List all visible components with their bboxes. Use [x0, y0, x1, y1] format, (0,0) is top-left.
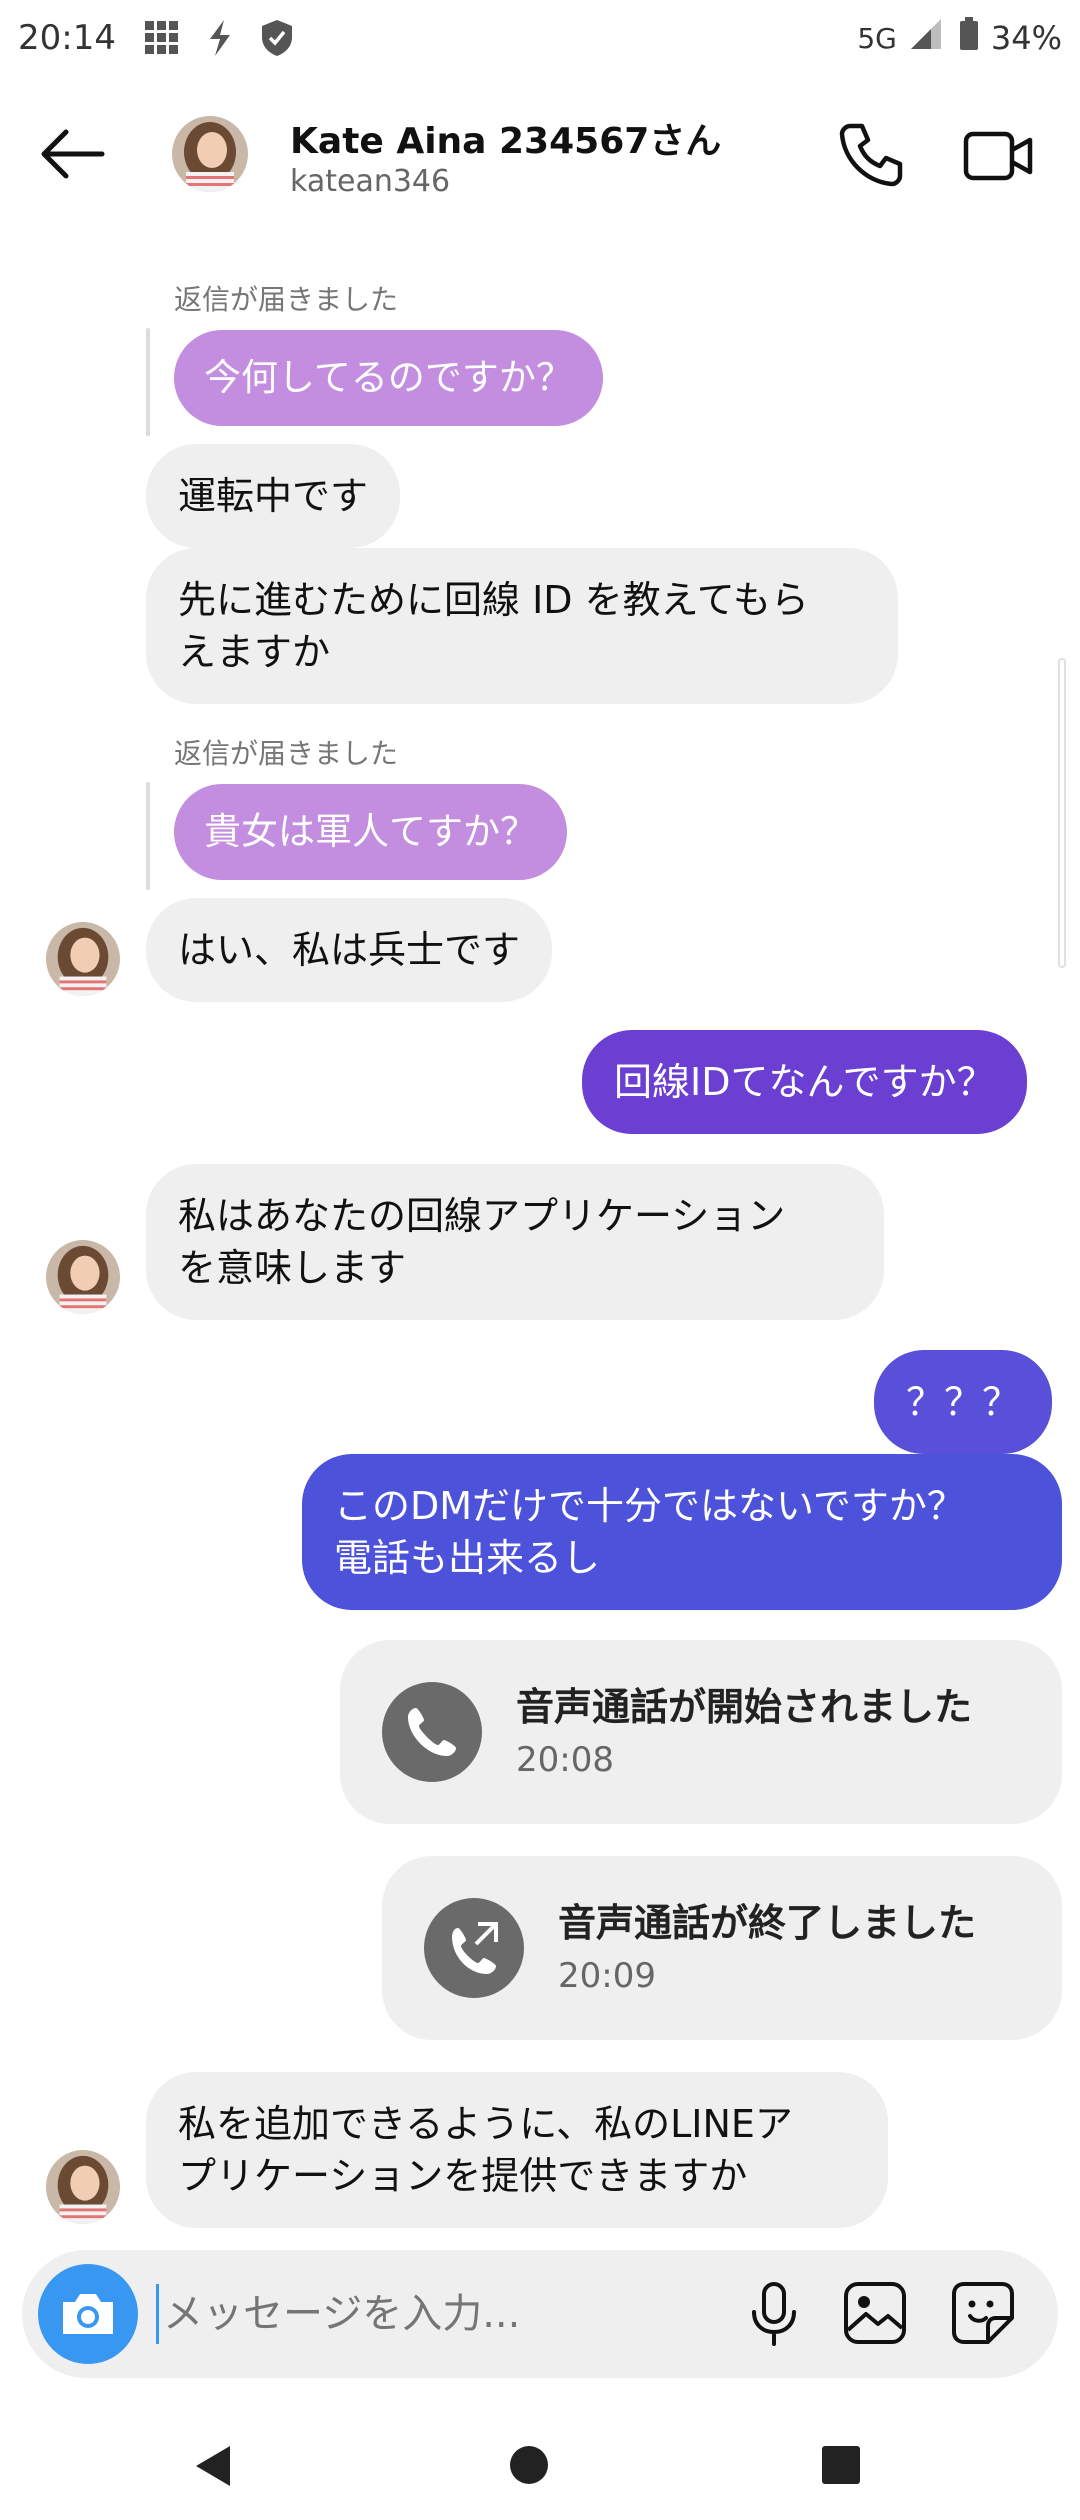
contact-avatar-small[interactable] — [46, 1240, 120, 1314]
signal-icon — [909, 17, 947, 59]
outgoing-message[interactable]: このDMだけで十分ではないですか？ 電話も出来るし — [302, 1454, 1062, 1610]
call-ended-time: 20:09 — [558, 1956, 656, 1996]
system-navigation — [0, 2400, 1080, 2520]
call-ended-title: 音声通話が終了しました — [558, 1901, 977, 1945]
status-time: 20:14 — [18, 18, 116, 58]
contact-avatar-small[interactable] — [46, 922, 120, 996]
shield-icon — [260, 19, 294, 57]
incoming-message[interactable]: 先に進むために回線 ID を教えてもら えますか — [146, 548, 898, 704]
microphone-button[interactable] — [742, 2280, 806, 2348]
quoted-message[interactable]: 今何してるのですか？ — [174, 330, 603, 426]
message-input[interactable] — [156, 2284, 736, 2344]
incoming-message[interactable]: 運転中です — [146, 444, 401, 548]
reply-label: 返信が届きました — [174, 737, 399, 770]
status-right: 5G 34% — [857, 17, 1062, 59]
contact-name[interactable]: Kate Aina 234567さん — [290, 112, 721, 164]
phone-outgoing-icon — [424, 1898, 524, 1998]
back-button[interactable] — [38, 126, 110, 182]
call-started-card[interactable]: 音声通話が開始されました 20:08 — [340, 1640, 1062, 1824]
phone-icon — [382, 1682, 482, 1782]
call-ended-card[interactable]: 音声通話が終了しました 20:09 — [382, 1856, 1062, 2040]
status-bar: 20:14 5G 34% — [0, 0, 1080, 76]
reply-label: 返信が届きました — [174, 283, 399, 316]
voice-call-button[interactable] — [836, 120, 906, 190]
outgoing-message[interactable]: 回線IDてなんですか？ — [582, 1030, 1027, 1134]
incoming-message[interactable]: 私はあなたの回線アプリケーション を意味します — [146, 1164, 884, 1320]
contact-avatar[interactable] — [172, 116, 248, 192]
camera-icon — [63, 2294, 113, 2334]
gallery-button[interactable] — [842, 2280, 908, 2346]
video-camera-icon — [963, 131, 1033, 181]
call-started-title: 音声通話が開始されました — [516, 1685, 973, 1729]
message-list[interactable]: 返信が届きました 今何してるのですか？ 運転中です 先に進むために回線 ID を… — [0, 232, 1080, 2232]
microphone-icon — [752, 2282, 796, 2346]
incoming-message[interactable]: はい、私は兵士です — [146, 898, 553, 1002]
grid-icon — [144, 20, 180, 56]
quoted-message[interactable]: 貴女は軍人てすか？ — [174, 784, 567, 880]
nav-home-button[interactable] — [510, 2446, 548, 2484]
network-label: 5G — [857, 21, 897, 55]
reply-divider — [146, 328, 150, 436]
nav-back-button[interactable] — [192, 2444, 234, 2492]
phone-icon — [839, 123, 903, 187]
sticker-icon — [952, 2282, 1014, 2344]
contact-avatar-small[interactable] — [46, 2150, 120, 2224]
call-started-time: 20:08 — [516, 1740, 614, 1780]
message-composer — [22, 2250, 1058, 2378]
battery-icon — [959, 17, 979, 59]
reply-divider — [146, 782, 150, 890]
nav-recents-button[interactable] — [822, 2446, 860, 2484]
incoming-message[interactable]: 私を追加できるように、私のLINEア プリケーションを提供できますか — [146, 2072, 888, 2228]
battery-level: 34% — [990, 19, 1062, 57]
video-call-button[interactable] — [962, 124, 1036, 188]
triangle-back-icon — [196, 2446, 230, 2486]
scrollbar[interactable] — [1058, 658, 1066, 968]
contact-username: katean346 — [290, 164, 451, 199]
chat-header: Kate Aina 234567さん katean346 — [0, 76, 1080, 232]
sticker-button[interactable] — [950, 2280, 1016, 2346]
image-icon — [844, 2282, 906, 2344]
arrow-left-icon — [41, 129, 105, 179]
bolt-icon — [206, 19, 234, 57]
outgoing-message[interactable]: ？？？ — [874, 1350, 1053, 1454]
camera-button[interactable] — [38, 2264, 138, 2364]
